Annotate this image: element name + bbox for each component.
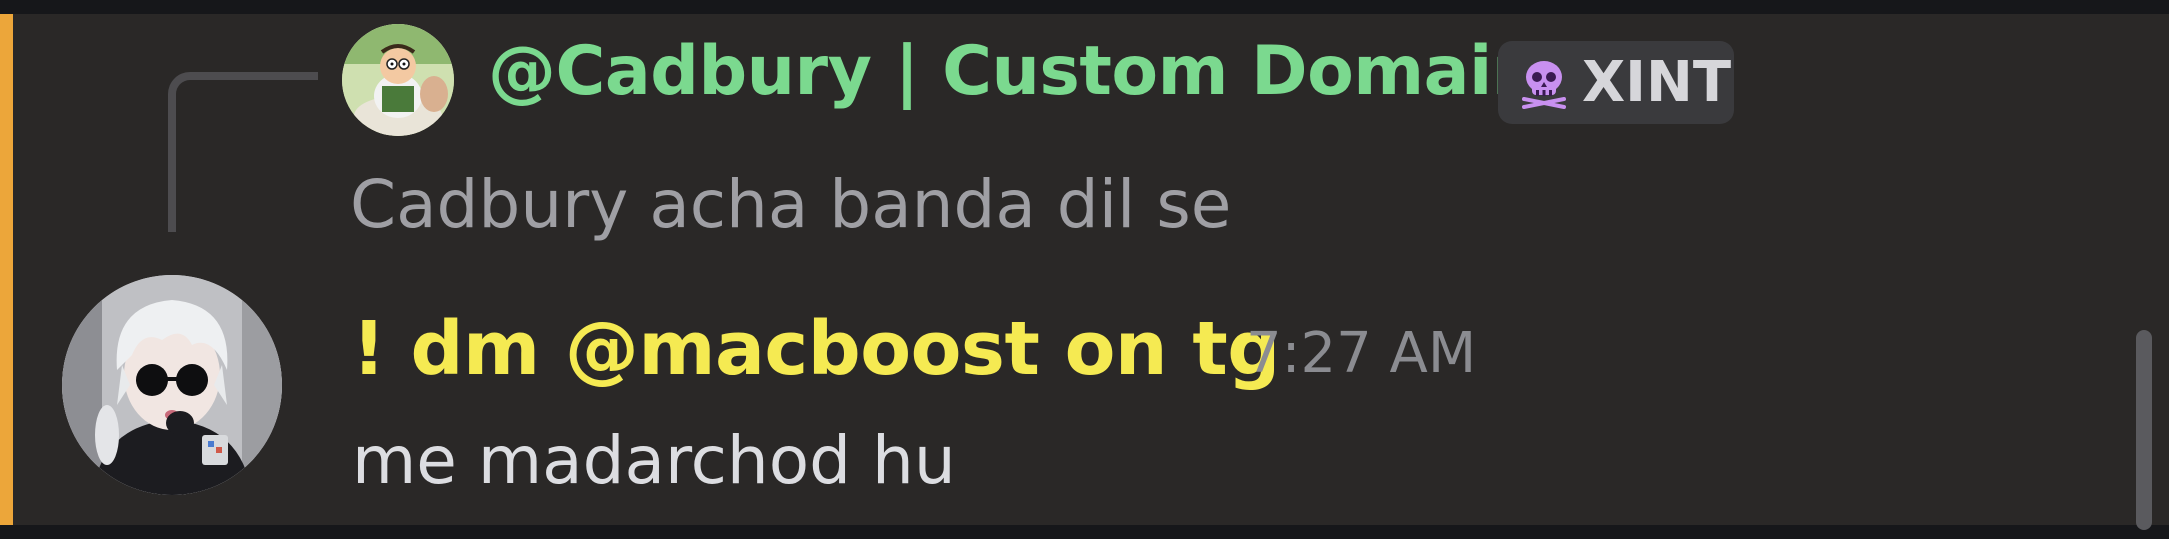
reply-preview-text[interactable]: Cadbury acha banda dil se — [350, 172, 1231, 238]
server-tag[interactable]: XINT — [1498, 41, 1734, 124]
reply-avatar[interactable] — [342, 24, 454, 136]
reply-spine — [168, 72, 318, 232]
author-name[interactable]: ! dm @macboost on tg — [352, 312, 1280, 386]
message-timestamp[interactable]: 7:27 AM — [1246, 326, 1476, 382]
bottom-divider — [0, 525, 2169, 539]
server-tag-label: XINT — [1582, 50, 1732, 115]
scrollbar-thumb[interactable] — [2136, 330, 2152, 530]
message-content[interactable]: me madarchod hu — [352, 428, 956, 494]
reply-avatar-image — [342, 24, 454, 136]
top-divider — [0, 0, 2169, 14]
author-avatar[interactable] — [62, 275, 282, 495]
reply-author-name[interactable]: @Cadbury | Custom Domains — [488, 38, 1580, 106]
skull-icon — [1522, 61, 1566, 109]
mention-highlight-bar — [0, 14, 13, 525]
author-avatar-image — [62, 275, 282, 495]
